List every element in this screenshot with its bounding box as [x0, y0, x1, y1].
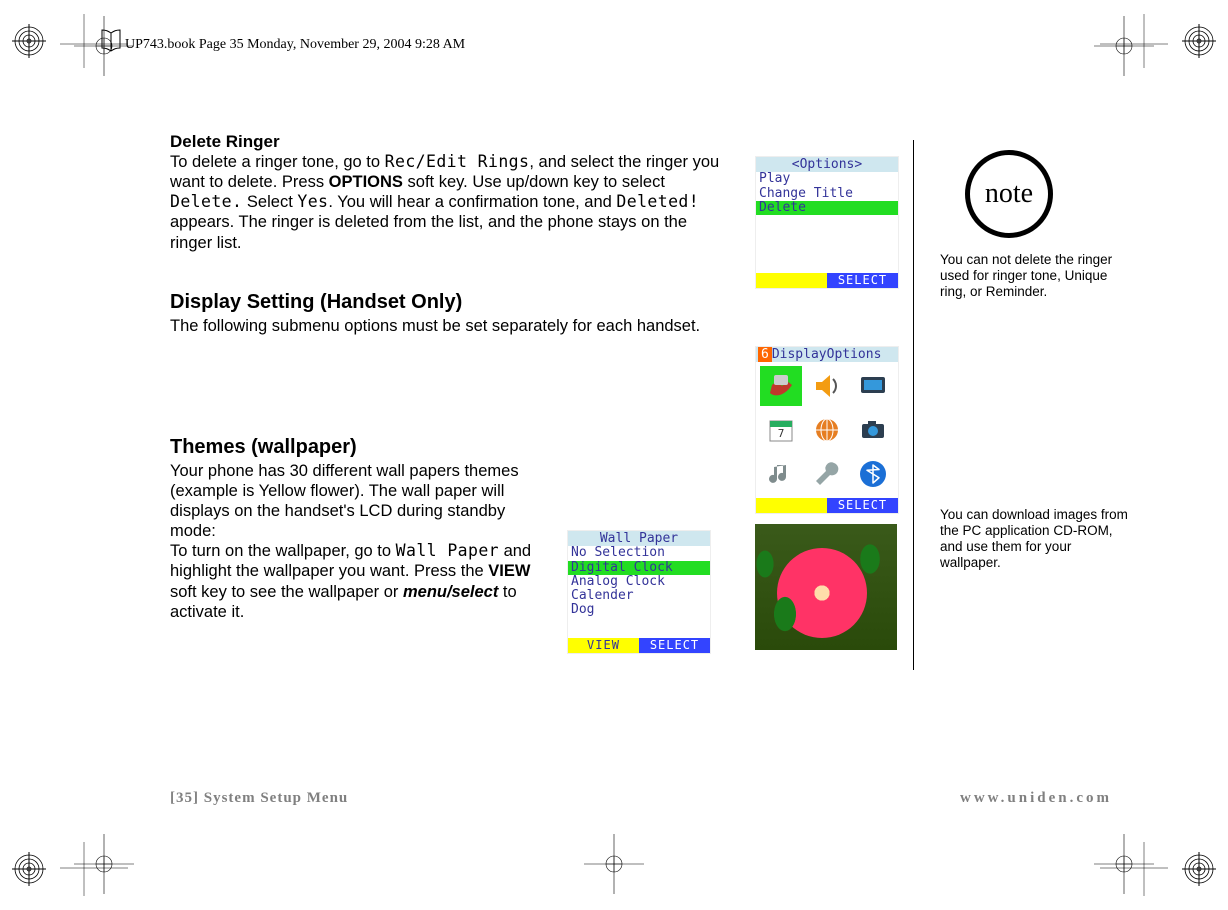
softkey-left: VIEW: [568, 638, 639, 653]
lcd-item: Analog Clock: [568, 575, 710, 589]
lcd-displayoptions-screenshot: 6DisplayOptions 7: [755, 346, 899, 514]
softkey-name: VIEW: [488, 562, 530, 580]
display-icon: [852, 366, 894, 406]
calendar-icon: 7: [760, 410, 802, 450]
softkey-left-empty: [756, 273, 827, 288]
para-display-setting: The following submenu options must be se…: [170, 316, 720, 336]
menu-path-text: Wall Paper: [396, 541, 499, 560]
text: Select: [242, 193, 297, 211]
softkey-name: OPTIONS: [329, 173, 403, 191]
lcd-item: Calender: [568, 589, 710, 603]
lcd-title-text: DisplayOptions: [772, 347, 882, 362]
lcd-item: Change Title: [756, 187, 898, 201]
phone-icon: [760, 366, 802, 406]
para-delete-ringer: To delete a ringer tone, go to Rec/Edit …: [170, 152, 720, 253]
lcd-title: <Options>: [756, 157, 898, 172]
lcd-item-selected: Digital Clock: [568, 561, 710, 575]
lcd-item-selected: Delete: [756, 201, 898, 215]
text: . You will hear a confirmation tone, and: [328, 193, 616, 211]
softkey-left-empty: [756, 498, 827, 513]
note-label: note: [985, 178, 1033, 210]
text: soft key to see the wallpaper or: [170, 583, 403, 601]
lcd-title: 6DisplayOptions: [756, 347, 898, 362]
bluetooth-icon: [852, 454, 894, 494]
heading-delete-ringer: Delete Ringer: [170, 132, 900, 152]
heading-display-setting: Display Setting (Handset Only): [170, 291, 900, 314]
softkey-right: SELECT: [827, 273, 898, 288]
lcd-item: Play: [756, 172, 898, 186]
menu-path-text: Deleted!: [616, 192, 699, 211]
menu-path-text: Delete.: [170, 192, 242, 211]
lcd-options-screenshot: <Options> Play Change Title Delete SELEC…: [755, 156, 899, 289]
key-name: menu/select: [403, 583, 498, 601]
footer-url: www.uniden.com: [960, 790, 1112, 807]
text: To delete a ringer tone, go to: [170, 153, 385, 171]
framemaker-header: UP743.book Page 35 Monday, November 29, …: [125, 37, 465, 53]
music-icon: [760, 454, 802, 494]
speaker-icon: [806, 366, 848, 406]
para-themes-1: Your phone has 30 different wall papers …: [170, 461, 550, 542]
note-icon: note: [965, 150, 1053, 238]
margin-note: You can download images from the PC appl…: [940, 507, 1130, 572]
softkey-right: SELECT: [639, 638, 710, 653]
tools-icon: [806, 454, 848, 494]
menu-path-text: Rec/Edit Rings: [385, 152, 530, 171]
svg-text:7: 7: [778, 427, 785, 440]
margin-note: You can not delete the ringer used for r…: [940, 252, 1130, 301]
wallpaper-preview-image: [755, 524, 897, 650]
softkey-right: SELECT: [827, 498, 898, 513]
text: appears. The ringer is deleted from the …: [170, 213, 687, 251]
camera-icon: [852, 410, 894, 450]
globe-icon: [806, 410, 848, 450]
text: To turn on the wallpaper, go to: [170, 542, 396, 560]
para-themes-2: To turn on the wallpaper, go to Wall Pap…: [170, 541, 550, 622]
menu-path-text: Yes: [297, 192, 328, 211]
text: soft key. Use up/down key to select: [403, 173, 665, 191]
footer-page-section: [35] System Setup Menu: [170, 790, 348, 807]
menu-index-badge: 6: [758, 347, 772, 362]
vertical-divider: [913, 140, 914, 670]
lcd-item: No Selection: [568, 546, 710, 560]
lcd-title: Wall Paper: [568, 531, 710, 546]
lcd-wallpaper-screenshot: Wall Paper No Selection Digital Clock An…: [567, 530, 711, 654]
lcd-item: Dog: [568, 603, 710, 617]
